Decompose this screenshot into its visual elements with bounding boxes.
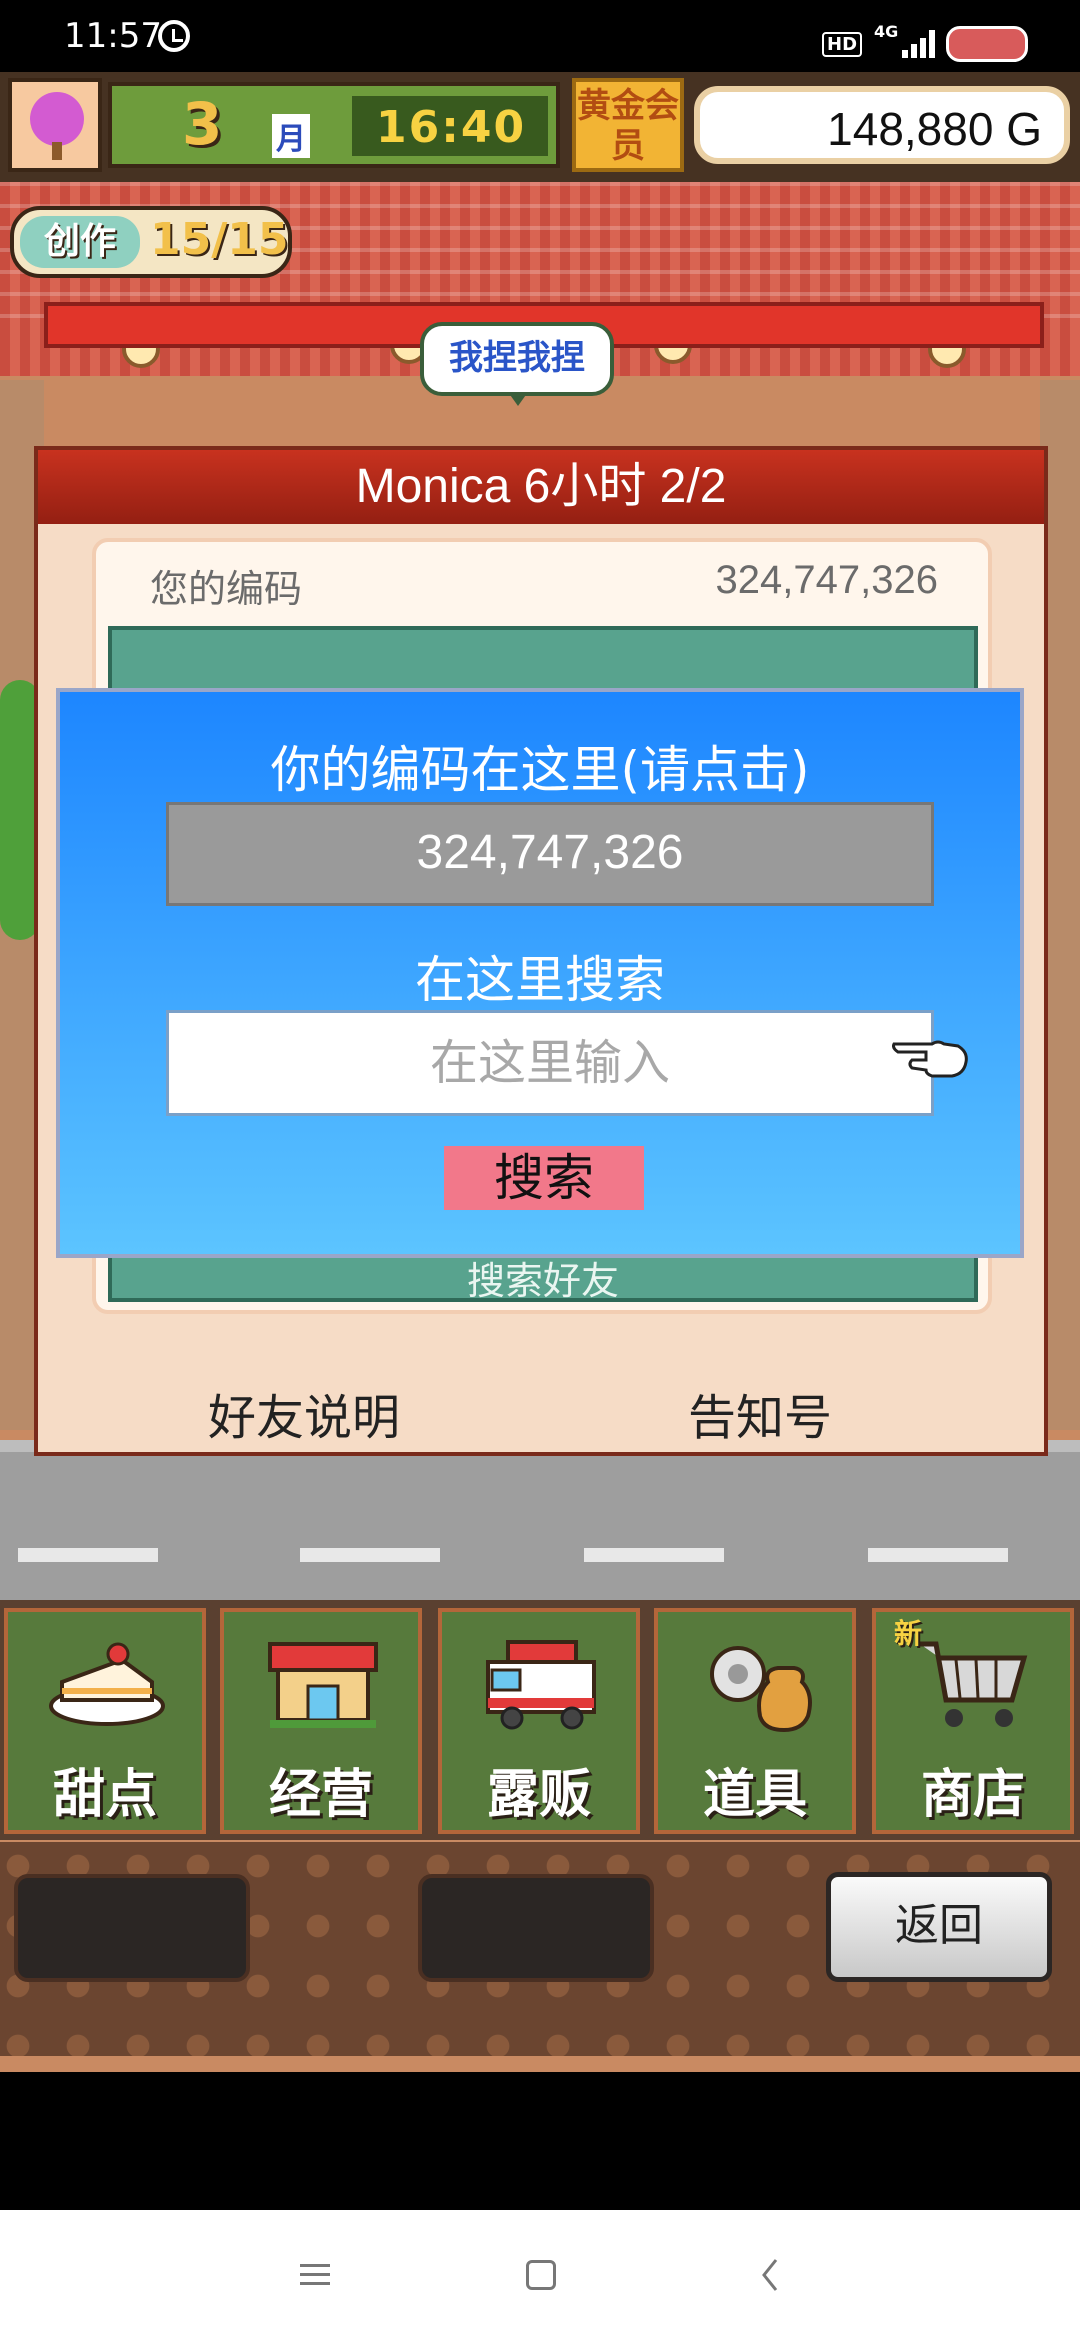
cart-icon	[920, 1641, 1028, 1727]
menu-item-items[interactable]: 道具	[654, 1608, 856, 1834]
home-icon[interactable]	[526, 2260, 556, 2290]
search-button[interactable]: 搜索	[444, 1146, 644, 1210]
menu-item-manage[interactable]: 经营	[220, 1608, 422, 1834]
back-button[interactable]: 返回	[826, 1872, 1052, 1982]
month-label: 月	[272, 114, 310, 158]
your-code-label: 您的编码	[150, 567, 303, 611]
blossom-tree-icon	[30, 92, 84, 146]
alarm-icon	[158, 20, 190, 52]
new-badge: 新	[894, 1617, 923, 1650]
lane-marking	[868, 1548, 1008, 1562]
search-input[interactable]	[166, 1010, 934, 1116]
tree-trunk-icon	[52, 142, 62, 160]
hd-badge: HD	[822, 32, 863, 57]
dialog-title: 你的编码在这里(请点击)	[270, 741, 810, 799]
food-truck-icon	[486, 1640, 596, 1730]
gold-member-badge[interactable]: 黄金会员	[572, 78, 684, 172]
lane-marking	[300, 1548, 440, 1562]
empty-slot	[418, 1874, 654, 1982]
menu-item-sweets[interactable]: 甜点	[4, 1608, 206, 1834]
month-number: 3	[182, 90, 223, 158]
lane-marking	[18, 1548, 158, 1562]
search-title: 在这里搜索	[415, 951, 665, 1009]
clock-time: 16:40	[376, 102, 527, 153]
back-nav-icon[interactable]	[760, 2258, 780, 2292]
shop-avatar[interactable]	[8, 78, 102, 172]
recent-apps-icon[interactable]	[300, 2262, 330, 2288]
code-display-button[interactable]: 324,747,326	[166, 802, 934, 906]
money-display: 148,880 G	[694, 86, 1070, 164]
menu-item-stall[interactable]: 露贩	[438, 1608, 640, 1834]
create-count: 15/15	[150, 214, 289, 265]
signal-icon	[892, 30, 936, 58]
panel-header: Monica 6小时 2/2	[38, 450, 1044, 524]
money-amount: 148,880 G	[827, 103, 1042, 155]
speech-bubble[interactable]: 我捏我捏	[420, 322, 614, 396]
cake-icon	[49, 1642, 165, 1726]
empty-slot	[14, 1874, 250, 1982]
search-dialog: 你的编码在这里(请点击) 324,747,326 在这里搜索 搜索	[56, 688, 1024, 1258]
notice-button[interactable]: 告知号	[688, 1378, 832, 1448]
menu-label: 露贩	[486, 1765, 591, 1825]
menu-label: 道具	[702, 1765, 807, 1825]
clock-panel: 16:40	[352, 96, 548, 156]
shop-icon	[268, 1642, 378, 1728]
create-label: 创作	[20, 216, 140, 268]
search-friend-button[interactable]: 搜索好友	[112, 1250, 974, 1305]
your-code-value: 324,747,326	[715, 558, 938, 602]
friend-info-button[interactable]: 好友说明	[208, 1378, 400, 1448]
status-bar: 11:57 HD 4G	[0, 0, 1080, 72]
hand-pointer-icon	[892, 1040, 968, 1078]
items-icon	[710, 1646, 812, 1733]
speech-bubble-tail	[508, 392, 528, 406]
menu-label: 经营	[268, 1765, 373, 1825]
menu-label: 商店	[920, 1765, 1025, 1825]
create-badge[interactable]: 创作 15/15	[10, 206, 292, 278]
lane-marking	[584, 1548, 724, 1562]
street	[0, 1440, 1080, 1612]
date-panel: 3 月 16:40	[108, 82, 560, 168]
status-time: 11:57	[64, 16, 162, 56]
menu-label: 甜点	[52, 1765, 157, 1825]
system-nav-bar	[0, 2210, 1080, 2340]
battery-icon	[946, 26, 1028, 62]
